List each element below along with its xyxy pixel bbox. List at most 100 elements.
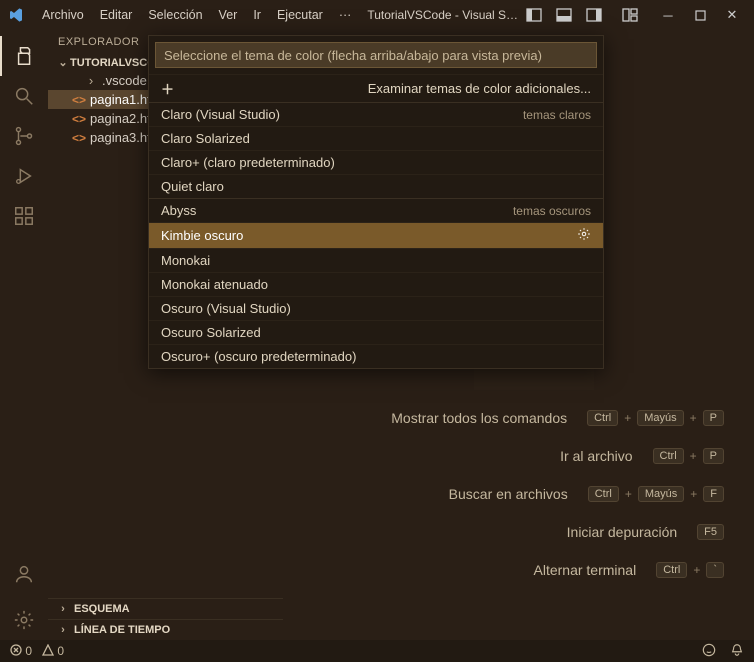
toggle-secondary-sidebar-icon[interactable] [580, 1, 608, 29]
theme-label: Oscuro Solarized [161, 325, 261, 340]
theme-label: Oscuro (Visual Studio) [161, 301, 291, 316]
theme-option[interactable]: Monokai atenuado [149, 272, 603, 296]
theme-group-label: temas claros [523, 108, 591, 122]
theme-label: Monokai [161, 253, 210, 268]
close-button[interactable]: ✕ [718, 1, 746, 29]
warnings-count: 0 [57, 644, 64, 658]
menu-seleccion[interactable]: Selección [140, 4, 210, 26]
feedback-icon[interactable] [702, 643, 716, 660]
plus-separator: + [690, 487, 697, 501]
menu-overflow-icon[interactable]: ··· [331, 4, 360, 26]
theme-option[interactable]: Monokai [149, 248, 603, 272]
welcome-row: Alternar terminal Ctrl+` [391, 562, 724, 578]
toggle-panel-icon[interactable] [550, 1, 578, 29]
key: F5 [697, 524, 724, 540]
theme-label: Claro Solarized [161, 131, 250, 146]
extensions-icon[interactable] [0, 196, 48, 236]
section-label: LÍNEA DE TIEMPO [74, 624, 170, 636]
run-debug-icon[interactable] [0, 156, 48, 196]
status-bar: 0 0 [0, 640, 754, 662]
theme-label: Quiet claro [161, 179, 224, 194]
welcome-label: Mostrar todos los comandos [391, 410, 567, 426]
theme-option[interactable]: Oscuro (Visual Studio) [149, 296, 603, 320]
browse-label: Examinar temas de color adicionales... [368, 81, 591, 96]
menu-ir[interactable]: Ir [245, 4, 269, 26]
menu-bar: Archivo Editar Selección Ver Ir Ejecutar… [34, 4, 359, 26]
theme-label: Claro+ (claro predeterminado) [161, 155, 335, 170]
file-label: pagina1.ht [90, 92, 151, 107]
timeline-section[interactable]: › LÍNEA DE TIEMPO [48, 619, 283, 640]
explorer-icon[interactable] [0, 36, 48, 76]
settings-icon[interactable] [0, 600, 48, 640]
theme-option[interactable]: Kimbie oscuro [149, 222, 603, 248]
welcome-label: Ir al archivo [560, 448, 632, 464]
chevron-right-icon: › [56, 624, 70, 636]
key: P [703, 448, 724, 464]
welcome-row: Buscar en archivosCtrl+Mayús+F [391, 486, 724, 502]
theme-label: Kimbie oscuro [161, 228, 243, 243]
title-bar: Archivo Editar Selección Ver Ir Ejecutar… [0, 0, 754, 30]
browse-themes-row[interactable]: ＋ Examinar temas de color adicionales... [149, 74, 603, 102]
folder-label: .vscode [102, 73, 147, 88]
welcome-row: Ir al archivoCtrl+P [391, 448, 724, 464]
welcome-label: Alternar terminal [534, 562, 637, 578]
maximize-button[interactable] [686, 1, 714, 29]
file-label: pagina2.ht [90, 111, 151, 126]
welcome-row: Mostrar todos los comandos Ctrl + Mayús + P [391, 410, 724, 426]
toggle-primary-sidebar-icon[interactable] [520, 1, 548, 29]
keybinding: Ctrl+Mayús+F [588, 486, 724, 502]
key: Ctrl [656, 562, 687, 578]
theme-label: Abyss [161, 203, 196, 218]
theme-group-label: temas oscuros [513, 204, 591, 218]
menu-archivo[interactable]: Archivo [34, 4, 92, 26]
theme-option[interactable]: Claro Solarized [149, 126, 603, 150]
theme-label: Claro (Visual Studio) [161, 107, 280, 122]
search-icon[interactable] [0, 76, 48, 116]
menu-ejecutar[interactable]: Ejecutar [269, 4, 331, 26]
menu-editar[interactable]: Editar [92, 4, 141, 26]
welcome-row: Iniciar depuración F5 [391, 524, 724, 540]
theme-option[interactable]: Abyss temas oscuros [149, 198, 603, 222]
theme-option[interactable]: Quiet claro [149, 174, 603, 198]
accounts-icon[interactable] [0, 554, 48, 594]
menu-ver[interactable]: Ver [211, 4, 246, 26]
window-title: TutorialVSCode - Visual S… [367, 8, 518, 22]
keybinding: Ctrl+` [656, 562, 724, 578]
source-control-icon[interactable] [0, 116, 48, 156]
keybinding: Ctrl + Mayús + P [587, 410, 724, 426]
theme-search-input[interactable] [155, 42, 597, 68]
activity-bar [0, 30, 48, 640]
theme-label: Monokai atenuado [161, 277, 268, 292]
key: P [703, 410, 724, 426]
theme-option[interactable]: Oscuro Solarized [149, 320, 603, 344]
plus-separator: + [625, 487, 632, 501]
file-label: pagina3.ht [90, 130, 151, 145]
key: Mayús [638, 486, 684, 502]
chevron-down-icon: ⌄ [56, 56, 70, 69]
customize-layout-icon[interactable] [616, 1, 644, 29]
theme-option[interactable]: Claro+ (claro predeterminado) [149, 150, 603, 174]
plus-icon: ＋ [161, 79, 174, 98]
welcome-shortcuts: Mostrar todos los comandos Ctrl + Mayús + P Ir… [391, 410, 724, 578]
plus-separator: + [690, 411, 697, 425]
color-theme-picker: ＋ Examinar temas de color adicionales... C… [148, 35, 604, 369]
key: Ctrl [587, 410, 618, 426]
outline-section[interactable]: › ESQUEMA [48, 598, 283, 619]
theme-option[interactable]: Oscuro+ (oscuro predeterminado) [149, 344, 603, 368]
html-file-icon: <> [72, 112, 86, 126]
theme-label: Oscuro+ (oscuro predeterminado) [161, 349, 356, 364]
welcome-label: Buscar en archivos [449, 486, 568, 502]
theme-option[interactable]: Claro (Visual Studio) temas claros [149, 102, 603, 126]
vscode-logo-icon [8, 7, 24, 23]
warnings-status[interactable]: 0 [42, 644, 64, 658]
minimize-button[interactable]: ─ [654, 1, 682, 29]
chevron-right-icon: › [56, 603, 70, 615]
welcome-label: Iniciar depuración [567, 524, 678, 540]
errors-status[interactable]: 0 [10, 644, 32, 658]
gear-icon[interactable] [577, 227, 591, 244]
plus-separator: + [624, 411, 631, 425]
key: Mayús [637, 410, 683, 426]
notifications-icon[interactable] [730, 643, 744, 660]
plus-separator: + [690, 449, 697, 463]
key: F [703, 486, 724, 502]
